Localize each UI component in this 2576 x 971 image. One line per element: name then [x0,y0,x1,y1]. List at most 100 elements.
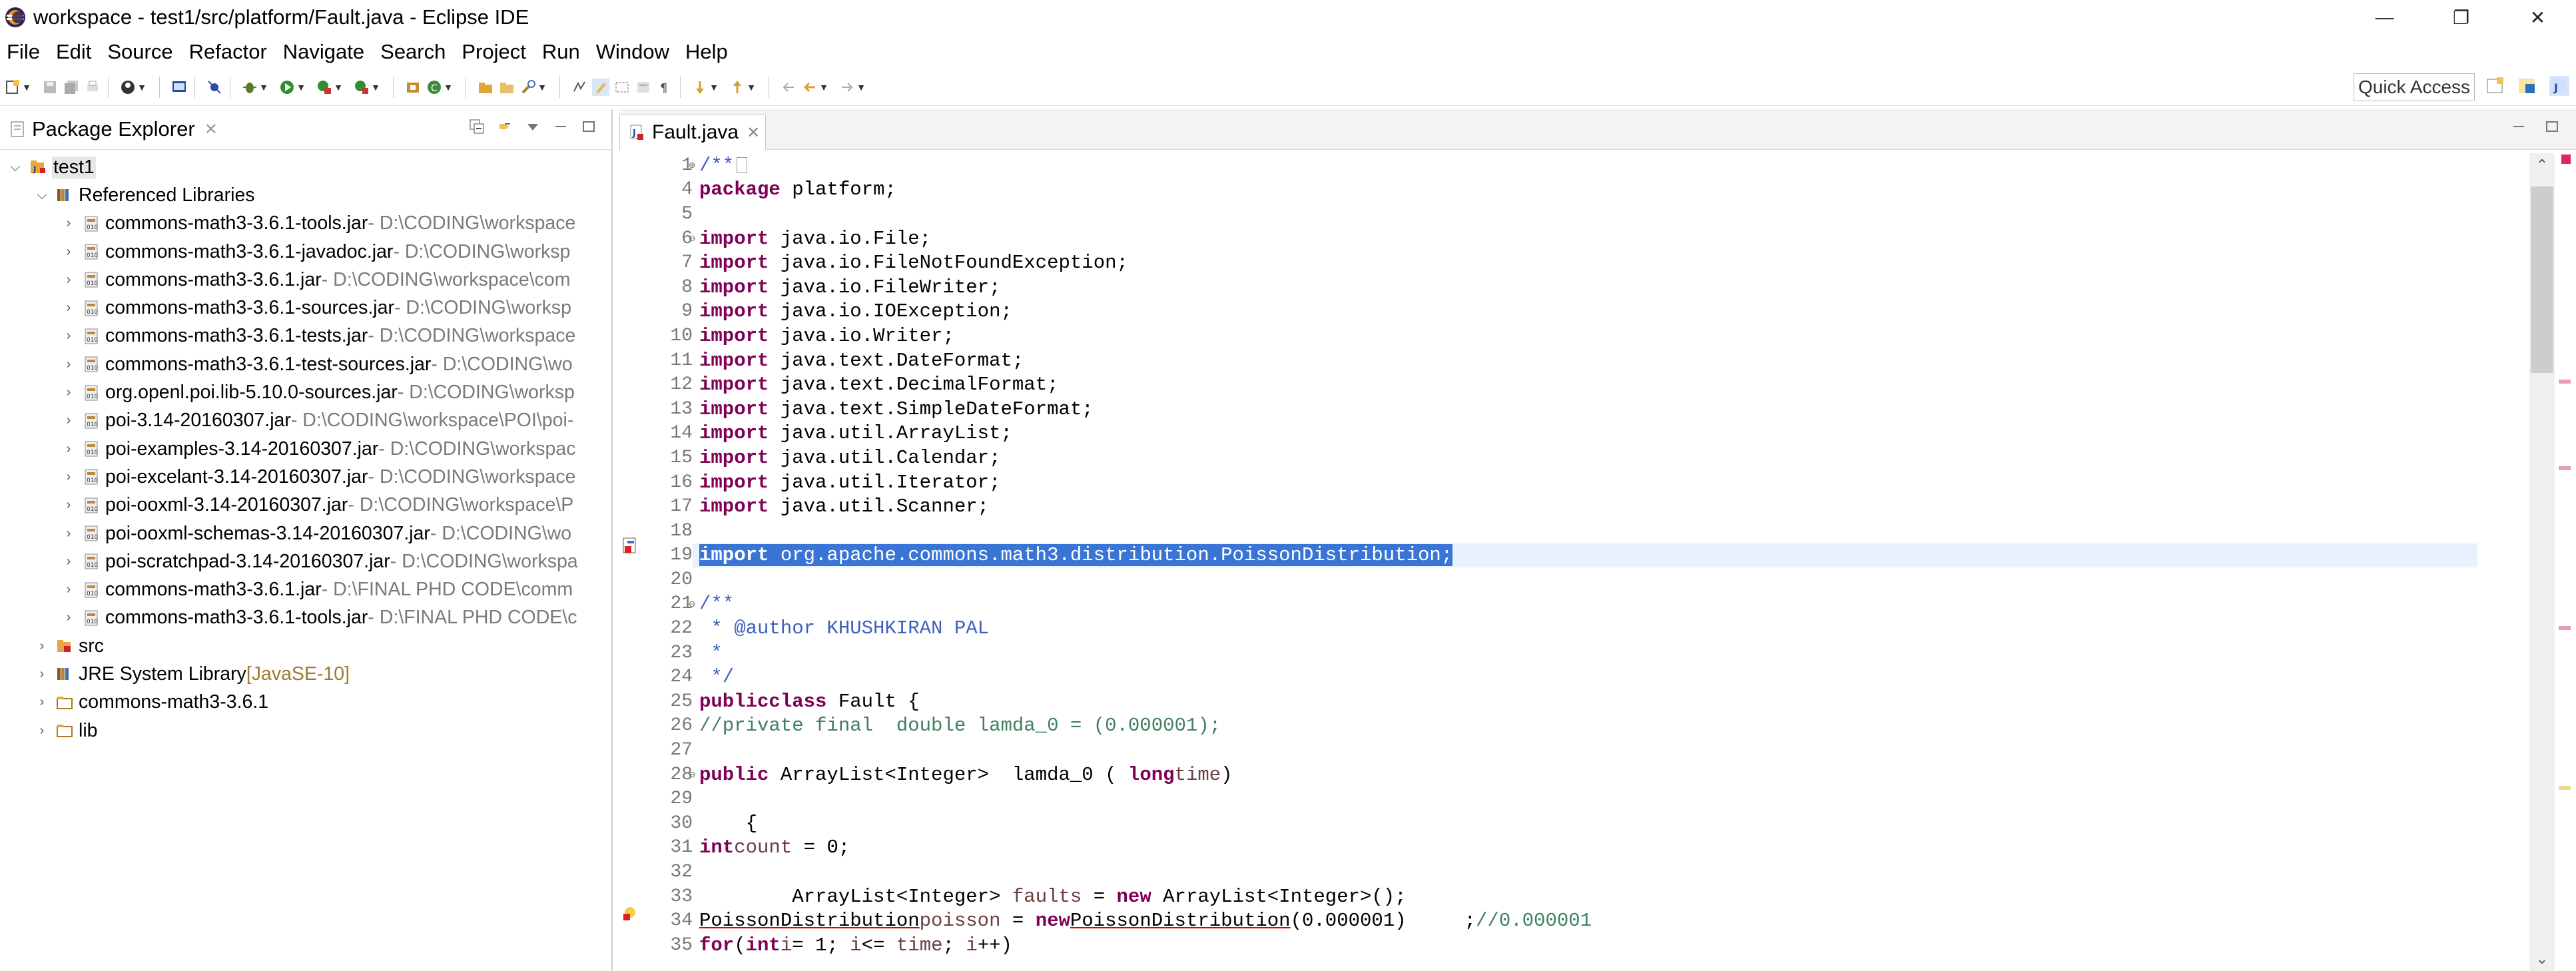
run-icon[interactable] [278,79,296,96]
expand-arrow-icon[interactable]: › [61,442,76,456]
code-line[interactable]: import java.text.DecimalFormat; [693,372,2477,397]
toggle-mark-occurrences-icon[interactable] [571,79,588,96]
save-icon[interactable] [41,79,59,96]
new-java-class-icon[interactable]: C [426,79,443,96]
new-java-package-icon[interactable] [404,79,422,96]
code-line[interactable]: import org.apache.commons.math3.distribu… [693,543,2477,568]
tree-item-jar[interactable]: › 010 poi-ooxml-schemas-3.14-20160307.jar … [0,519,610,547]
collapse-arrow-icon[interactable]: ⌵ [8,160,23,174]
restore-button[interactable]: ❐ [2423,0,2499,35]
error-marker-icon[interactable] [622,537,639,557]
expand-arrow-icon[interactable]: › [61,328,76,344]
tree-item-jar[interactable]: › 010 org.openl.poi.lib-5.10.0-sources.jar… [0,378,610,406]
expand-arrow-icon[interactable]: › [61,216,76,231]
scrollbar-thumb[interactable] [2531,186,2553,373]
code-line[interactable]: import java.util.ArrayList; [693,422,2477,446]
code-line[interactable]: public ArrayList<Integer> lamda_0 ( long… [693,763,2477,787]
code-line[interactable]: { [693,811,2477,836]
code-line[interactable]: import java.text.SimpleDateFormat; [693,397,2477,422]
code-line[interactable]: import java.io.Writer; [693,324,2477,348]
tree-item-jre-library[interactable]: › JRE System Library [JavaSE-10] [0,660,610,688]
tree-item-jar[interactable]: › 010 commons-math3-3.6.1-javadoc.jar - D:… [0,238,610,266]
package-explorer-tab[interactable]: Package Explorer ✕ [0,109,611,150]
code-line[interactable] [693,860,2477,884]
forward-dropdown-icon[interactable]: ▼ [856,79,866,96]
menu-navigate[interactable]: Navigate [283,40,364,64]
code-line[interactable]: for(int i = 1; i <= time; i ++) [693,933,2477,958]
code-line[interactable]: //private final double lamda_0 = (0.0000… [693,714,2477,739]
expand-arrow-icon[interactable]: › [35,695,49,710]
back-dropdown-icon[interactable]: ▼ [818,79,829,96]
previous-annotation-icon[interactable] [729,79,746,96]
code-line[interactable]: /** [693,592,2477,617]
word-wrap-icon[interactable] [635,79,652,96]
tree-item-jar[interactable]: › 010 commons-math3-3.6.1-tests.jar - D:\C… [0,322,610,350]
expand-arrow-icon[interactable]: › [61,554,76,569]
view-menu-icon[interactable] [525,119,541,135]
close-tab-icon[interactable]: ✕ [747,123,760,143]
tree-item-jar[interactable]: › 010 commons-math3-3.6.1-sources.jar - D:… [0,294,610,322]
tree-item-jar[interactable]: › 010 poi-3.14-20160307.jar - D:\CODING\wo… [0,407,610,435]
code-line[interactable]: import java.io.IOException; [693,300,2477,324]
expand-arrow-icon[interactable]: › [61,244,76,259]
next-annotation-dropdown-icon[interactable]: ▼ [709,79,719,96]
maximize-editor-icon[interactable] [2544,119,2560,135]
minimize-view-icon[interactable] [553,119,569,135]
scroll-down-icon[interactable]: ⌄ [2529,947,2555,971]
link-with-editor-icon[interactable] [497,119,513,135]
collapse-all-icon[interactable] [469,119,485,135]
search-dropdown-icon[interactable]: ▼ [537,79,547,96]
java-ee-perspective-icon[interactable] [2517,76,2537,96]
show-whitespace-icon[interactable]: ¶ [656,79,673,96]
forward-icon[interactable] [838,79,856,96]
code-area[interactable]: /** package platform; import java.io.File… [693,153,2477,958]
menu-refactor[interactable]: Refactor [189,40,267,64]
open-type-icon[interactable] [477,79,494,96]
terminal-icon[interactable] [170,79,188,96]
tree-item-jar[interactable]: › 010 commons-math3-3.6.1.jar - D:\FINAL P… [0,575,610,603]
code-line[interactable]: import java.io.FileWriter; [693,275,2477,300]
expand-arrow-icon[interactable]: › [61,610,76,625]
expand-arrow-icon[interactable]: › [61,497,76,513]
vertical-scrollbar[interactable]: ⌃ ⌄ [2525,153,2576,971]
code-line[interactable]: * [693,641,2477,665]
code-line[interactable]: import java.util.Scanner; [693,494,2477,519]
save-all-icon[interactable] [63,79,80,96]
tree-item-jar[interactable]: › 010 poi-scratchpad-3.14-20160307.jar - D… [0,547,610,575]
tree-item-folder[interactable]: › lib [0,717,610,745]
tree-item-folder[interactable]: › commons-math3-3.6.1 [0,689,610,717]
toggle-highlight-icon[interactable] [592,79,609,96]
coverage-icon[interactable] [316,79,333,96]
tree-item-referenced-libraries[interactable]: ⌵ Referenced Libraries [0,181,610,209]
code-line[interactable] [693,202,2477,226]
code-line[interactable]: int count = 0; [693,836,2477,860]
code-line[interactable]: /** [693,153,2477,178]
annotation-ruler[interactable] [619,153,639,966]
menu-edit[interactable]: Edit [56,40,91,64]
new-class-dropdown-icon[interactable]: ▼ [443,79,454,96]
tree-item-jar[interactable]: › 010 poi-examples-3.14-20160307.jar - D:\… [0,435,610,463]
expand-arrow-icon[interactable]: › [61,272,76,287]
last-edit-location-icon[interactable] [780,79,797,96]
skip-breakpoints-icon[interactable] [206,79,223,96]
menu-source[interactable]: Source [107,40,172,64]
code-line[interactable]: public class Fault { [693,689,2477,714]
scroll-up-icon[interactable]: ⌃ [2529,153,2555,177]
warning-bulb-icon[interactable] [622,904,639,924]
code-line[interactable] [693,567,2477,592]
minimize-editor-icon[interactable] [2511,119,2527,135]
expand-arrow-icon[interactable]: › [35,639,49,653]
code-line[interactable]: import java.text.DateFormat; [693,348,2477,373]
tree-item-jar[interactable]: › 010 commons-math3-3.6.1.jar - D:\CODING\… [0,266,610,294]
expand-arrow-icon[interactable]: › [61,526,76,541]
block-selection-icon[interactable] [613,79,631,96]
expand-arrow-icon[interactable]: › [61,357,76,372]
back-icon[interactable] [801,79,818,96]
debug-icon[interactable] [241,79,258,96]
run-dropdown-icon[interactable]: ▼ [296,79,306,96]
overview-marker[interactable] [2559,626,2571,630]
menu-search[interactable]: Search [380,40,446,64]
code-line[interactable] [693,787,2477,811]
expand-arrow-icon[interactable]: › [61,470,76,484]
overview-marker[interactable] [2559,786,2571,790]
